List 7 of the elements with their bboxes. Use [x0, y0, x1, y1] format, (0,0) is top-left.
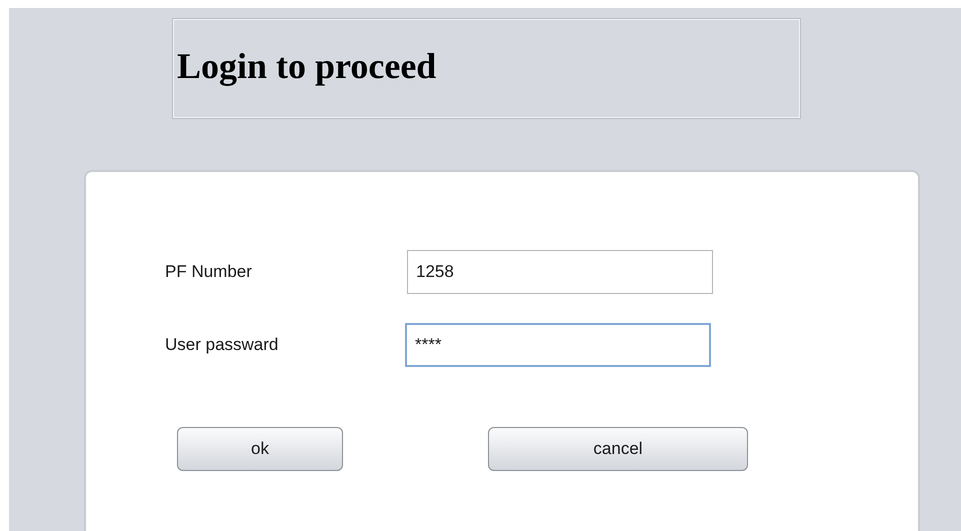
field-label: PF Number: [165, 261, 253, 284]
input-field[interactable]: 1258: [407, 250, 713, 294]
input-field[interactable]: ****: [405, 323, 711, 367]
page-title: Login to proceed: [177, 44, 436, 88]
cancel-button[interactable]: cancel: [488, 427, 748, 471]
ok-button[interactable]: ok: [177, 427, 343, 471]
field-label: User passward: [165, 334, 280, 356]
